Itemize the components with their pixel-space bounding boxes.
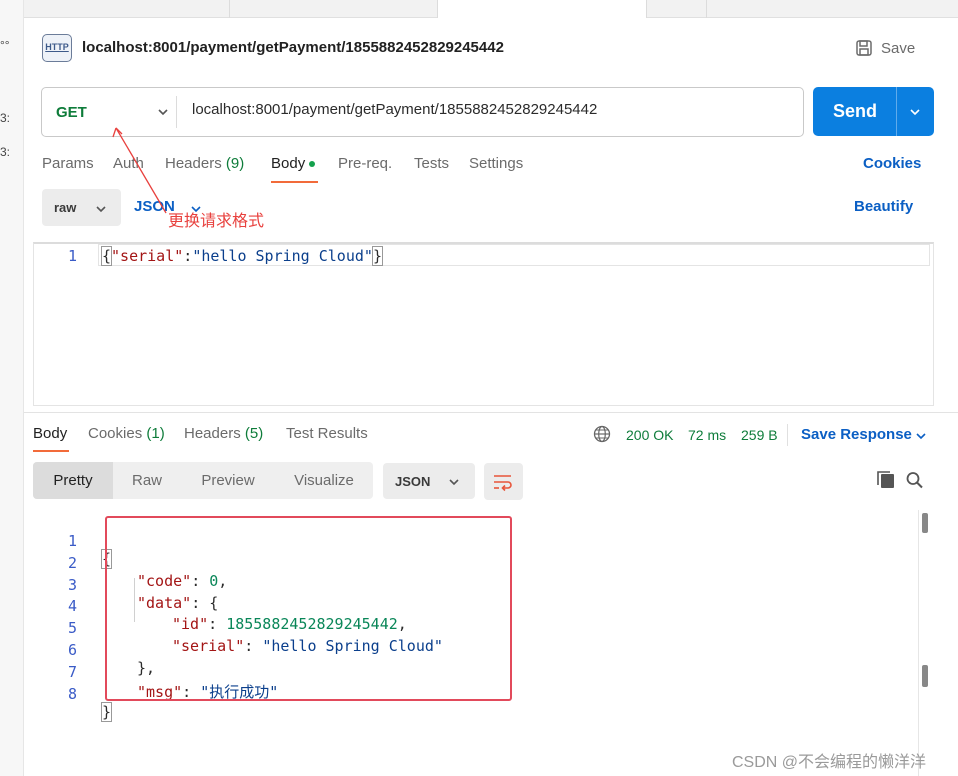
request-body-editor[interactable]: 1 {"serial":"hello Spring Cloud"} — [33, 242, 934, 406]
tab-body[interactable]: Body — [271, 155, 316, 172]
code-brace: } — [371, 246, 383, 266]
scrollbar-track[interactable] — [918, 510, 932, 776]
request-tab[interactable] — [230, 0, 438, 18]
beautify-button[interactable]: Beautify — [854, 198, 913, 215]
view-preview-button[interactable]: Preview — [183, 462, 273, 499]
cookies-link[interactable]: Cookies — [863, 155, 921, 172]
chevron-down-icon — [96, 206, 106, 213]
code-brace: { — [100, 246, 113, 266]
sidebar-glyph: 3: — [0, 111, 11, 125]
response-format-select[interactable]: JSON — [383, 463, 475, 499]
chevron-down-icon[interactable] — [908, 105, 922, 119]
body-active-dot — [309, 161, 316, 168]
tab-headers-count: (9) — [225, 155, 245, 172]
wrap-lines-button[interactable] — [484, 463, 523, 500]
response-tab-test-results[interactable]: Test Results — [286, 425, 368, 442]
save-label: Save — [881, 39, 916, 57]
save-response-button[interactable]: Save Response — [801, 426, 912, 443]
tab-auth[interactable]: Auth — [113, 155, 144, 172]
view-mode-toggle: Pretty Raw Preview Visualize — [33, 462, 373, 499]
active-tab-underline — [33, 450, 69, 452]
scrollbar-thumb[interactable] — [922, 665, 928, 687]
url-bar: GET localhost:8001/payment/getPayment/18… — [41, 87, 804, 137]
send-label: Send — [833, 101, 878, 121]
response-tab-cookies[interactable]: Cookies (1) — [88, 425, 165, 442]
response-tab-body[interactable]: Body — [33, 425, 67, 442]
code-text: } — [100, 702, 113, 722]
tab-headers-label: Headers — [165, 155, 222, 172]
url-input[interactable]: localhost:8001/payment/getPayment/185588… — [192, 101, 597, 118]
request-tab[interactable] — [647, 0, 707, 18]
watermark: CSDN @不会编程的懒洋洋 — [732, 754, 927, 771]
tab-body-label: Body — [271, 155, 306, 172]
sidebar-glyph: 3: — [0, 145, 11, 159]
code-colon: : — [183, 247, 193, 265]
response-tab-cookies-label: Cookies — [88, 425, 143, 442]
tab-prereq[interactable]: Pre-req. — [338, 155, 392, 172]
request-tab[interactable] — [24, 0, 230, 18]
send-button[interactable]: Send — [813, 87, 934, 136]
sidebar-strip: °° 3: 3: — [0, 0, 24, 776]
save-icon — [856, 40, 872, 56]
body-mode-select[interactable]: raw — [42, 189, 121, 226]
request-title[interactable]: localhost:8001/payment/getPayment/185588… — [82, 39, 504, 56]
scrollbar-thumb[interactable] — [922, 513, 928, 533]
line-number: 8 — [67, 685, 77, 703]
tab-settings[interactable]: Settings — [469, 155, 523, 172]
code-key: "serial" — [111, 247, 184, 265]
response-tab-cookies-count: (1) — [146, 425, 165, 442]
tab-params[interactable]: Params — [42, 155, 94, 172]
wrap-lines-icon — [494, 475, 512, 492]
chevron-down-icon[interactable] — [914, 429, 928, 443]
send-divider — [896, 87, 897, 136]
request-tab-active[interactable] — [438, 0, 647, 18]
request-tab-strip — [24, 0, 958, 18]
response-size[interactable]: 259 B — [741, 427, 778, 443]
status-code[interactable]: 200 OK — [626, 427, 673, 443]
copy-icon[interactable] — [876, 471, 896, 489]
code-string: "hello Spring Cloud" — [192, 247, 373, 265]
response-format-label: JSON — [395, 474, 431, 489]
section-divider — [24, 412, 958, 413]
response-tab-headers-label: Headers — [184, 425, 241, 442]
search-icon[interactable] — [905, 471, 925, 489]
active-tab-underline — [271, 181, 318, 183]
annotation-text: 更换请求格式 — [168, 213, 265, 230]
save-button[interactable]: Save — [855, 38, 915, 58]
method-select[interactable]: GET — [56, 88, 176, 136]
response-time[interactable]: 72 ms — [688, 427, 726, 443]
http-icon: HTTP — [42, 34, 72, 62]
view-pretty-button[interactable]: Pretty — [33, 462, 113, 499]
globe-icon[interactable] — [593, 425, 611, 443]
view-raw-button[interactable]: Raw — [113, 462, 181, 499]
view-visualize-button[interactable]: Visualize — [278, 462, 370, 499]
request-body-code: {"serial":"hello Spring Cloud"} — [100, 246, 383, 266]
status-divider — [787, 424, 788, 446]
response-tab-headers-count: (5) — [244, 425, 264, 442]
response-tab-headers[interactable]: Headers (5) — [184, 425, 263, 442]
chevron-down-icon — [449, 479, 459, 486]
url-divider — [176, 96, 177, 128]
highlight-box — [105, 516, 512, 701]
line-number: 1 — [68, 247, 78, 265]
sidebar-glyph: °° — [0, 38, 10, 52]
code-brace: } — [100, 702, 113, 722]
tab-headers[interactable]: Headers (9) — [165, 155, 244, 172]
chevron-down-icon — [158, 109, 168, 116]
tab-tests[interactable]: Tests — [414, 155, 449, 172]
body-mode-label: raw — [54, 200, 77, 215]
method-label: GET — [56, 103, 87, 121]
